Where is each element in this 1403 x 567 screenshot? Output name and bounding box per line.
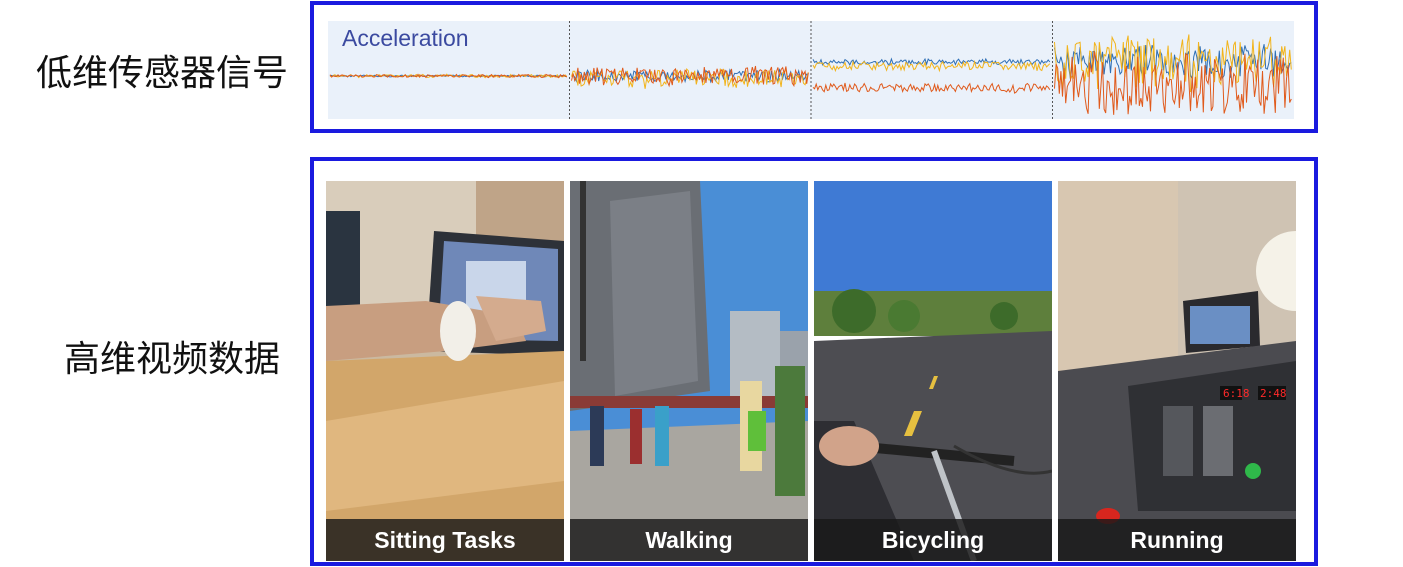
acceleration-plot: Acceleration [328, 21, 1294, 119]
caption-running: Running [1058, 519, 1296, 561]
video-data-panel: Sitting Tasks Walking Bicycling 6:18 2:4… [310, 157, 1318, 566]
road-bike-scene [814, 181, 1052, 561]
photo-sitting-tasks: Sitting Tasks [326, 181, 564, 561]
laptop-desk-scene [326, 181, 564, 561]
photo-running: 6:18 2:48 Running [1058, 181, 1296, 561]
svg-text:2:48: 2:48 [1260, 387, 1287, 400]
caption-sitting-tasks: Sitting Tasks [326, 519, 564, 561]
svg-text:6:18: 6:18 [1223, 387, 1250, 400]
sensor-signal-panel: Acceleration [310, 1, 1318, 133]
caption-bicycling: Bicycling [814, 519, 1052, 561]
signal-trace-bicycling-1 [812, 82, 1051, 94]
city-street-scene [570, 181, 808, 561]
acceleration-waveform [329, 21, 1292, 119]
caption-walking: Walking [570, 519, 808, 561]
acceleration-title: Acceleration [342, 25, 469, 51]
treadmill-scene: 6:18 2:48 [1058, 181, 1296, 561]
photo-walking: Walking [570, 181, 808, 561]
video-row-label: 高维视频数据 [64, 339, 281, 380]
photo-bicycling: Bicycling [814, 181, 1052, 561]
signal-row-label: 低维传感器信号 [36, 53, 289, 94]
